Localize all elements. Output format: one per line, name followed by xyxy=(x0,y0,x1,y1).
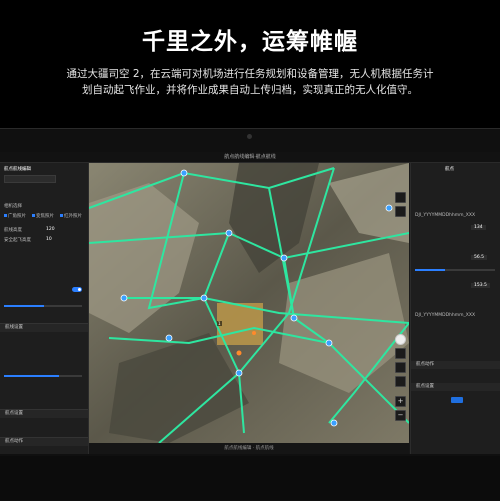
waypoint-markers[interactable] xyxy=(89,163,409,443)
param-label-1: 航线高度 xyxy=(4,228,22,233)
select-tool-icon[interactable] xyxy=(395,206,406,217)
right-section-2[interactable]: 航点设置 xyxy=(411,383,500,391)
param-value-1: 120 xyxy=(46,227,55,232)
map-tool-ruler-icon[interactable] xyxy=(395,362,406,373)
left-panel-header: 航点航线编辑 xyxy=(4,167,31,172)
right-section-2-label: 航点设置 xyxy=(416,384,434,389)
value-a-field[interactable]: 134 xyxy=(471,225,486,230)
lens-option-wide[interactable]: 广角照片 xyxy=(4,213,26,219)
status-bar: 航点航线编辑 · 航点航线 xyxy=(89,443,409,454)
value-c-field[interactable]: 153.5 xyxy=(471,283,490,288)
map-tool-compass[interactable] xyxy=(395,334,406,345)
close-icon[interactable] xyxy=(491,154,498,170)
map-view[interactable]: 1 xyxy=(89,163,409,443)
height-toggle[interactable] xyxy=(72,287,82,292)
zoom-in-button[interactable]: + xyxy=(395,396,406,407)
lens-option-zoom[interactable]: 变焦照片 xyxy=(32,213,54,219)
waypoint-label: 1 xyxy=(217,321,222,326)
right-slider-fill xyxy=(415,269,445,271)
section-route-header[interactable]: 航线设置 xyxy=(0,323,88,332)
subtitle-line-1: 通过大疆司空 2，在云端可对机场进行任务规划和设备管理，无人机根据任务计 xyxy=(66,68,434,80)
right-section-1-label: 航点动作 xyxy=(416,362,434,367)
draw-tool-icon[interactable] xyxy=(395,192,406,203)
section-camera-label: 相机选择 xyxy=(4,204,22,209)
left-panel: 航点航线编辑 相机选择 广角照片 变焦照片 红外照片 航线高度 120 安全起飞… xyxy=(0,163,89,454)
section-action-label: 航点动作 xyxy=(5,439,23,444)
zoom-out-button[interactable]: − xyxy=(395,410,406,421)
map-tool-layers-icon[interactable] xyxy=(395,348,406,359)
subtitle-line-2: 划自动起飞作业，并将作业成果自动上传归档，实现真正的无人化值守。 xyxy=(82,84,418,96)
speed-slider-fill xyxy=(4,375,59,377)
right-panel-header: 航点 xyxy=(445,167,454,172)
map-tool-locate-icon[interactable] xyxy=(395,376,406,387)
param-label-2: 安全起飞高度 xyxy=(4,238,31,243)
section-waypoint-header[interactable]: 航点设置 xyxy=(0,409,88,418)
file-row-1[interactable]: DJI_YYYYMMDDhhmm_XXX xyxy=(415,213,475,218)
app-title: 航点航线编辑·航点航线 xyxy=(224,154,276,160)
checkbox-icon xyxy=(4,214,7,217)
param-value-2: 10 xyxy=(46,237,52,242)
app-screen: 航点航线编辑·航点航线 航点航线编辑 相机选择 广角照片 变焦照片 红外照片 航… xyxy=(0,152,500,454)
confirm-button[interactable] xyxy=(451,397,463,403)
settings-icon[interactable] xyxy=(484,154,489,169)
app-titlebar: 航点航线编辑·航点航线 xyxy=(0,152,500,170)
value-b-field[interactable]: 56.5 xyxy=(471,255,488,260)
height-slider-fill xyxy=(4,305,44,307)
subtitle: 通过大疆司空 2，在云端可对机场进行任务规划和设备管理，无人机根据任务计 划自动… xyxy=(40,66,460,98)
right-section-1[interactable]: 航点动作 xyxy=(411,361,500,369)
checkbox-icon xyxy=(60,214,63,217)
lens-option-ir[interactable]: 红外照片 xyxy=(60,213,82,219)
route-name-input[interactable] xyxy=(4,175,56,183)
laptop-base xyxy=(0,456,500,500)
section-waypoint-label: 航点设置 xyxy=(5,411,23,416)
file-row-2[interactable]: DJI_YYYYMMDDhhmm_XXX xyxy=(415,313,475,318)
right-panel: 航点 DJI_YYYYMMDDhhmm_XXX 134 56.5 153.5 D… xyxy=(410,163,500,454)
lens-option-zoom-label: 变焦照片 xyxy=(36,214,54,219)
webcam xyxy=(247,134,252,139)
section-action-header[interactable]: 航点动作 xyxy=(0,437,88,446)
checkbox-icon xyxy=(32,214,35,217)
status-text: 航点航线编辑 · 航点航线 xyxy=(224,446,274,451)
lens-option-wide-label: 广角照片 xyxy=(8,214,26,219)
lens-option-ir-label: 红外照片 xyxy=(64,214,82,219)
headline: 千里之外，运筹帷幄 xyxy=(142,29,358,55)
section-route-label: 航线设置 xyxy=(5,325,23,330)
